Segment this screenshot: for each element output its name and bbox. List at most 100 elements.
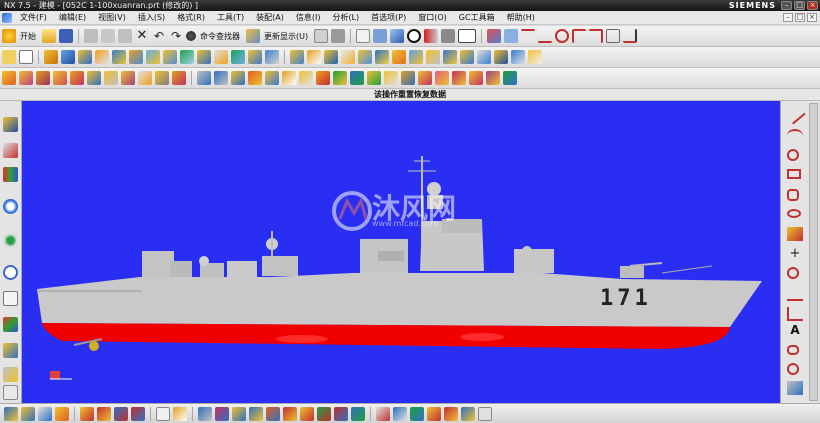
swept-icon[interactable] xyxy=(53,71,67,85)
select-filter-icon[interactable] xyxy=(331,29,346,43)
silhouette-flange-icon[interactable] xyxy=(503,71,517,85)
menu-analysis[interactable]: 分析(L) xyxy=(326,12,365,23)
face-analysis-icon[interactable] xyxy=(215,406,229,421)
revolve-icon[interactable] xyxy=(44,50,58,64)
background-icon[interactable] xyxy=(458,29,477,43)
groove-icon[interactable] xyxy=(146,50,160,64)
project-curve-icon[interactable] xyxy=(787,345,799,355)
law-extension-icon[interactable] xyxy=(231,71,245,85)
mirror-assembly-icon[interactable] xyxy=(131,406,145,421)
fillet-icon[interactable] xyxy=(787,307,803,321)
bridge-icon[interactable] xyxy=(316,71,330,85)
trimmed-sheet-icon[interactable] xyxy=(248,71,262,85)
shell-icon[interactable] xyxy=(341,50,355,64)
close-button[interactable]: × xyxy=(807,1,818,10)
copy-icon[interactable] xyxy=(101,29,115,43)
subtract-icon[interactable] xyxy=(214,50,228,64)
thread-icon[interactable] xyxy=(528,50,542,64)
measure-angle-icon[interactable] xyxy=(173,406,187,421)
command-finder-button[interactable]: 命令查找器 xyxy=(199,31,243,42)
edge-display-icon[interactable] xyxy=(376,406,390,421)
constraint-icon[interactable] xyxy=(114,406,128,421)
line-icon[interactable] xyxy=(784,103,806,125)
reflection-icon[interactable] xyxy=(232,406,246,421)
undo-icon[interactable]: ↶ xyxy=(152,29,166,43)
view-orient-icon[interactable] xyxy=(373,29,388,43)
tube-icon[interactable] xyxy=(180,50,194,64)
reuse-library-icon[interactable] xyxy=(3,291,18,306)
render-style-icon[interactable] xyxy=(407,29,422,43)
join-face-icon[interactable] xyxy=(299,71,313,85)
emboss-icon[interactable] xyxy=(511,50,525,64)
section-surface-icon[interactable] xyxy=(70,71,84,85)
ruled-icon[interactable] xyxy=(19,71,33,85)
maximize-button[interactable]: □ xyxy=(794,1,805,10)
clock-icon[interactable] xyxy=(3,265,18,280)
trim-body-icon[interactable] xyxy=(248,50,262,64)
doc-minimize-button[interactable]: – xyxy=(783,13,793,22)
mate-icon[interactable] xyxy=(55,406,69,421)
palette-icon[interactable] xyxy=(3,317,18,332)
face-blend-icon[interactable] xyxy=(469,71,483,85)
intersect-icon[interactable] xyxy=(231,50,245,64)
menu-help[interactable]: 帮助(H) xyxy=(501,12,541,23)
arc-icon[interactable] xyxy=(787,129,803,143)
rectangle-icon[interactable] xyxy=(787,169,801,179)
layer-settings-icon[interactable] xyxy=(356,29,371,43)
instance-icon[interactable] xyxy=(392,50,406,64)
scale-body-icon[interactable] xyxy=(375,50,389,64)
change-degree-icon[interactable] xyxy=(401,71,415,85)
graphics-window[interactable]: 沐风网 www.mfcad.com 171 xyxy=(22,101,780,403)
section-analysis-icon[interactable] xyxy=(334,406,348,421)
wrap-icon[interactable] xyxy=(494,50,508,64)
translucency-icon[interactable] xyxy=(410,406,424,421)
extend-icon[interactable] xyxy=(623,29,638,43)
history-icon[interactable] xyxy=(3,233,18,248)
isoparametric-icon[interactable] xyxy=(787,381,803,395)
untrim-icon[interactable] xyxy=(265,71,279,85)
shaded-icon[interactable] xyxy=(390,29,405,43)
draft-analysis-icon[interactable] xyxy=(283,406,297,421)
sew-icon[interactable] xyxy=(443,50,457,64)
split-body-icon[interactable] xyxy=(265,50,279,64)
offset-face-icon[interactable] xyxy=(358,50,372,64)
spline-icon[interactable] xyxy=(787,227,803,241)
polygon-icon[interactable] xyxy=(787,189,799,201)
datum-icon[interactable] xyxy=(504,29,519,43)
smooth-poles-icon[interactable] xyxy=(435,71,449,85)
extension-icon[interactable] xyxy=(214,71,228,85)
snap-icon[interactable] xyxy=(314,29,329,43)
pocket-icon[interactable] xyxy=(95,50,109,64)
system-materials-icon[interactable] xyxy=(3,367,18,382)
redo-icon[interactable]: ↷ xyxy=(169,29,183,43)
mirror-feature-icon[interactable] xyxy=(409,50,423,64)
refit-face-icon[interactable] xyxy=(452,71,466,85)
x-form-icon[interactable] xyxy=(172,71,186,85)
boss-icon[interactable] xyxy=(78,50,92,64)
constraint-navigator-icon[interactable] xyxy=(3,167,18,182)
profile-icon[interactable] xyxy=(521,29,536,43)
styled-blend-icon[interactable] xyxy=(155,71,169,85)
hole-icon[interactable] xyxy=(61,50,75,64)
web-browser-icon[interactable] xyxy=(3,199,18,214)
through-curves-icon[interactable] xyxy=(2,71,16,85)
cube-view-icon[interactable] xyxy=(441,29,456,43)
menu-file[interactable]: 文件(F) xyxy=(14,12,53,23)
unite-icon[interactable] xyxy=(197,50,211,64)
doc-close-button[interactable]: × xyxy=(807,13,817,22)
edge-blend-icon[interactable] xyxy=(290,50,304,64)
studio-surface-icon[interactable] xyxy=(121,71,135,85)
circle-icon[interactable] xyxy=(787,149,799,161)
assembly-navigator-icon[interactable] xyxy=(3,143,18,158)
helix-icon[interactable] xyxy=(787,287,803,301)
sketch-plane-icon[interactable] xyxy=(2,50,16,64)
styled-sweep-icon[interactable] xyxy=(138,71,152,85)
menu-insert[interactable]: 插入(S) xyxy=(132,12,171,23)
global-shaping-icon[interactable] xyxy=(333,71,347,85)
arc-tool-icon[interactable] xyxy=(555,29,570,43)
chamfer-curve-icon[interactable] xyxy=(589,29,604,43)
update-display-button[interactable]: 更新显示(U) xyxy=(263,31,311,42)
extrude-icon[interactable] xyxy=(19,50,33,64)
curvature-comb-icon[interactable] xyxy=(351,406,365,421)
point-icon[interactable]: + xyxy=(787,247,803,261)
